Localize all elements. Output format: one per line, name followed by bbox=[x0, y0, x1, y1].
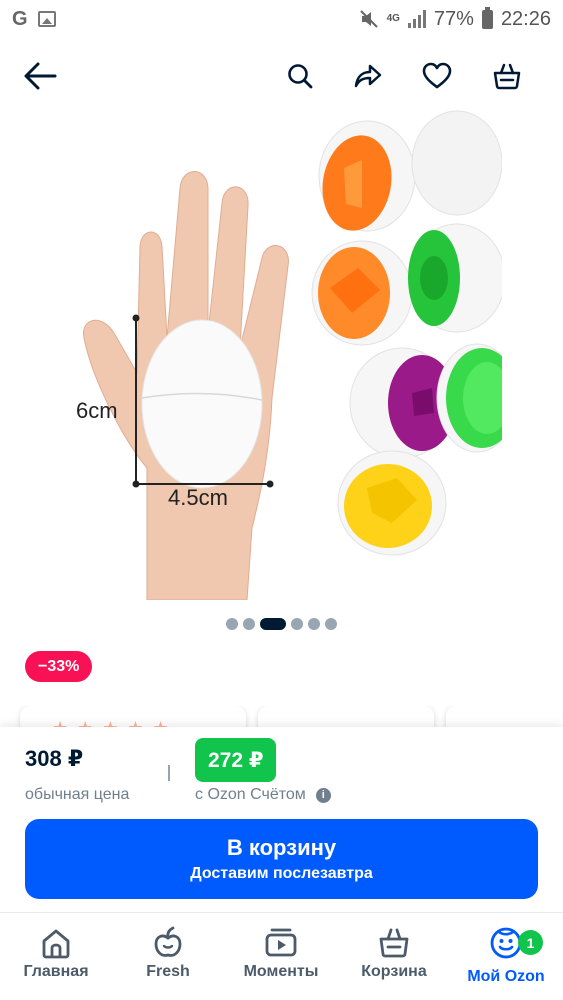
add-to-cart-button[interactable]: В корзину Доставим послезавтра bbox=[25, 819, 538, 899]
info-card-2[interactable] bbox=[446, 706, 563, 728]
back-arrow-icon bbox=[24, 62, 57, 90]
ozon-card-label-text: с Ozon Счётом bbox=[195, 786, 306, 803]
cards-peek: ★★★★★ bbox=[0, 706, 563, 728]
network-type: 4G bbox=[386, 13, 400, 24]
nav-home[interactable]: Главная bbox=[20, 913, 92, 1000]
carousel-indicator bbox=[0, 618, 563, 630]
nav-fresh[interactable]: Fresh bbox=[134, 913, 202, 1000]
top-navigation bbox=[0, 50, 563, 102]
ozon-card-label[interactable]: с Ozon Счётом i bbox=[195, 786, 331, 804]
status-bar: G 4G 77% 22:26 bbox=[0, 0, 563, 38]
nav-moments-label: Моменты bbox=[243, 963, 319, 980]
carousel-dot[interactable] bbox=[308, 618, 320, 630]
signal-icon bbox=[407, 10, 426, 28]
mute-icon bbox=[359, 10, 378, 28]
gallery-icon bbox=[37, 11, 56, 27]
carousel-dot[interactable] bbox=[226, 618, 238, 630]
nav-moments[interactable]: Моменты bbox=[236, 913, 326, 1000]
moments-play-icon bbox=[265, 928, 297, 957]
home-icon bbox=[42, 929, 70, 959]
add-to-cart-title: В корзину bbox=[226, 834, 337, 860]
ozon-card-price[interactable]: 272 ₽ bbox=[195, 738, 277, 782]
nav-fresh-label: Fresh bbox=[146, 963, 190, 980]
search-icon bbox=[288, 64, 313, 89]
back-button[interactable] bbox=[20, 58, 60, 94]
product-image[interactable]: 6cm 4.5cm bbox=[62, 108, 502, 600]
carousel-dot[interactable] bbox=[243, 618, 255, 630]
search-button[interactable] bbox=[280, 58, 320, 94]
width-label: 4.5cm bbox=[168, 485, 228, 510]
cart-basket-icon bbox=[379, 928, 409, 958]
basket-icon bbox=[493, 63, 521, 90]
battery-percent: 77% bbox=[433, 7, 474, 30]
product-photo: 6cm 4.5cm bbox=[62, 108, 502, 600]
info-card[interactable] bbox=[258, 706, 434, 728]
fresh-apple-icon bbox=[154, 926, 182, 957]
heart-icon bbox=[422, 62, 452, 89]
google-icon: G bbox=[12, 7, 28, 30]
carousel-dot[interactable] bbox=[291, 618, 303, 630]
info-icon[interactable]: i bbox=[315, 787, 331, 803]
price-panel: 308 ₽ обычная цена 272 ₽ с Ozon Счётом i… bbox=[0, 727, 563, 912]
nav-cart[interactable]: Корзина bbox=[354, 913, 434, 1000]
share-icon bbox=[354, 64, 382, 88]
height-label: 6cm bbox=[76, 398, 118, 423]
regular-price-label: обычная цена bbox=[25, 786, 130, 803]
bottom-navigation: Главная Fresh Моменты Корзина 1 Мой Ozon bbox=[0, 912, 563, 1000]
carousel-dot[interactable] bbox=[325, 618, 337, 630]
notification-badge: 1 bbox=[518, 930, 543, 955]
delivery-subtitle: Доставим послезавтра bbox=[190, 865, 373, 883]
rating-card[interactable]: ★★★★★ bbox=[20, 706, 246, 728]
nav-my-ozon-label: Мой Ozon bbox=[467, 968, 545, 985]
favorite-button[interactable] bbox=[417, 58, 457, 94]
nav-home-label: Главная bbox=[23, 963, 89, 980]
my-ozon-icon-wrap: 1 bbox=[489, 926, 543, 965]
share-button[interactable] bbox=[348, 58, 388, 94]
price-divider bbox=[168, 765, 170, 781]
clock: 22:26 bbox=[500, 7, 551, 30]
battery-icon bbox=[481, 6, 493, 29]
carousel-dot-active[interactable] bbox=[260, 618, 286, 630]
nav-cart-label: Корзина bbox=[361, 963, 427, 980]
cart-header-button[interactable] bbox=[487, 58, 527, 94]
nav-my-ozon[interactable]: 1 Мой Ozon bbox=[460, 913, 552, 1000]
regular-price: 308 ₽ bbox=[25, 746, 84, 771]
discount-badge: −33% bbox=[25, 651, 93, 682]
